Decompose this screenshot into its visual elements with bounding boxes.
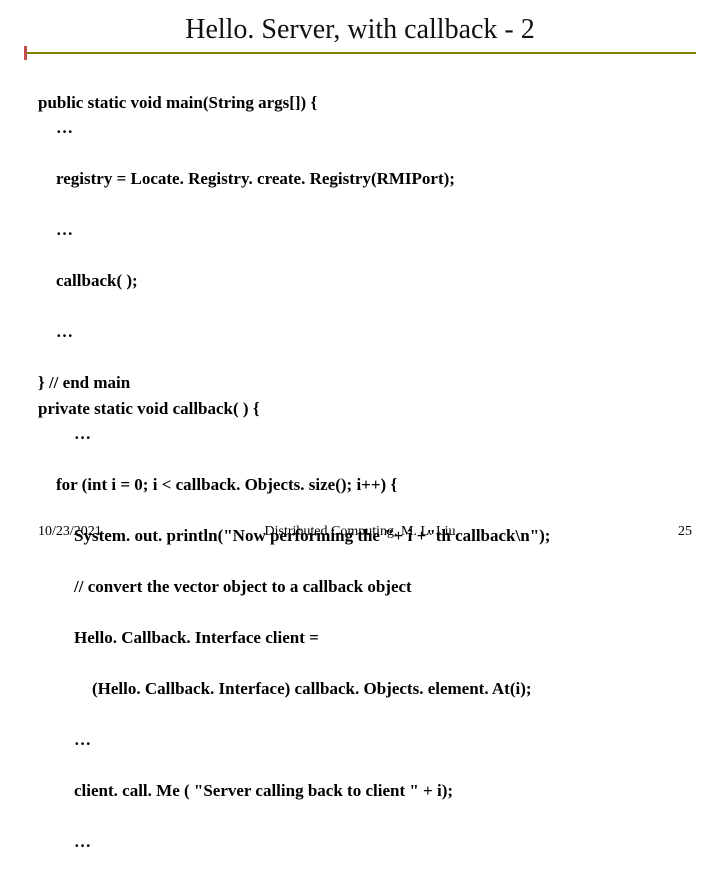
code-line: private static void callback( ) { (38, 399, 260, 418)
code-line: … (38, 829, 682, 855)
code-line: … (38, 115, 682, 141)
title-rule (24, 52, 696, 54)
code-line: for (int i = 0; i < callback. Objects. s… (38, 472, 682, 498)
code-block: public static void main(String args[]) {… (38, 64, 682, 880)
footer-center: Distributed Computing, M. L. Liu (0, 524, 720, 540)
code-line: … (38, 421, 682, 447)
code-line: registry = Locate. Registry. create. Reg… (38, 166, 682, 192)
footer-page-number: 25 (678, 524, 692, 540)
rule-tick-icon (24, 46, 27, 60)
code-line: … (38, 319, 682, 345)
code-line: // convert the vector object to a callba… (38, 574, 682, 600)
code-line: } // end main (38, 373, 130, 392)
code-line: … (38, 217, 682, 243)
code-line: public static void main(String args[]) { (38, 93, 317, 112)
code-line: … (38, 727, 682, 753)
code-line: (Hello. Callback. Interface) callback. O… (38, 676, 682, 702)
slide-title: Hello. Server, with callback - 2 (0, 14, 720, 46)
code-line: callback( ); (38, 268, 682, 294)
code-line: client. call. Me ( "Server calling back … (38, 778, 682, 804)
horizontal-rule (24, 52, 696, 54)
code-line: Hello. Callback. Interface client = (38, 625, 682, 651)
